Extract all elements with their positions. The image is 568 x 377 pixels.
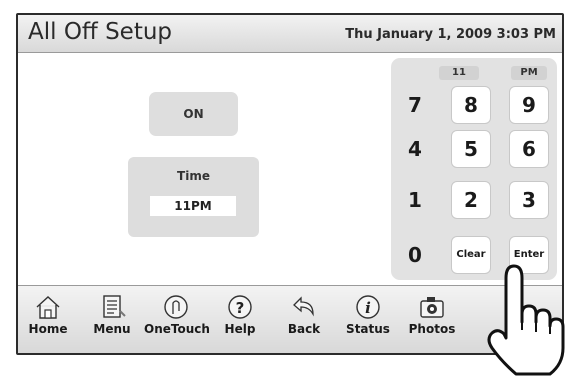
- toolbar-back-button[interactable]: Back: [272, 294, 336, 350]
- toolbar-status-button[interactable]: i Status: [336, 294, 400, 350]
- toolbar-help-button[interactable]: ? Help: [208, 294, 272, 350]
- camera-icon: [420, 297, 444, 318]
- onetouch-icon: [164, 295, 188, 319]
- key-5[interactable]: 5: [451, 130, 491, 168]
- key-4[interactable]: 4: [395, 130, 435, 168]
- toolbar-home-label: Home: [28, 322, 68, 336]
- toolbar-onetouch-label: OneTouch: [144, 322, 210, 336]
- date-time-display: Thu January 1, 2009 3:03 PM: [345, 27, 556, 42]
- numeric-keypad: 11 PM 7 8 9 4 5 6 1 2 3 0 Clear Enter: [391, 58, 557, 280]
- key-9[interactable]: 9: [509, 86, 549, 124]
- svg-text:?: ?: [236, 299, 245, 317]
- header-bar: All Off Setup Thu January 1, 2009 3:03 P…: [18, 15, 562, 53]
- page-title: All Off Setup: [28, 19, 173, 45]
- toolbar-photos-button[interactable]: Photos: [400, 294, 464, 350]
- toolbar-status-label: Status: [346, 322, 390, 336]
- time-value-field[interactable]: 11PM: [150, 196, 236, 216]
- toolbar-menu-button[interactable]: Menu: [80, 294, 144, 350]
- key-1[interactable]: 1: [395, 181, 435, 219]
- toolbar-menu-label: Menu: [93, 322, 131, 336]
- key-2[interactable]: 2: [451, 181, 491, 219]
- time-setting-box: Time 11PM: [128, 157, 259, 237]
- toolbar-photos-label: Photos: [408, 322, 456, 336]
- key-8[interactable]: 8: [451, 86, 491, 124]
- back-icon: [293, 296, 314, 317]
- main-content: ON Time 11PM 11 PM 7 8 9 4 5 6 1 2 3 0 C…: [18, 53, 562, 284]
- menu-icon: [103, 295, 126, 318]
- key-7[interactable]: 7: [395, 86, 435, 124]
- svg-text:i: i: [365, 299, 371, 317]
- toolbar-onetouch-button[interactable]: OneTouch: [144, 294, 210, 350]
- keypad-hour-display: 11: [439, 66, 479, 80]
- toolbar-help-label: Help: [224, 322, 256, 336]
- home-icon: [36, 296, 60, 319]
- key-3[interactable]: 3: [509, 181, 549, 219]
- on-toggle-button[interactable]: ON: [149, 92, 238, 136]
- time-label: Time: [177, 169, 210, 183]
- toolbar-back-label: Back: [287, 322, 321, 336]
- toolbar-home-button[interactable]: Home: [18, 294, 80, 350]
- pointing-hand-icon: [487, 264, 565, 376]
- help-icon: ?: [228, 295, 252, 319]
- key-0[interactable]: 0: [395, 236, 435, 274]
- status-icon: i: [356, 295, 380, 319]
- key-6[interactable]: 6: [509, 130, 549, 168]
- keypad-ampm-display[interactable]: PM: [511, 66, 547, 80]
